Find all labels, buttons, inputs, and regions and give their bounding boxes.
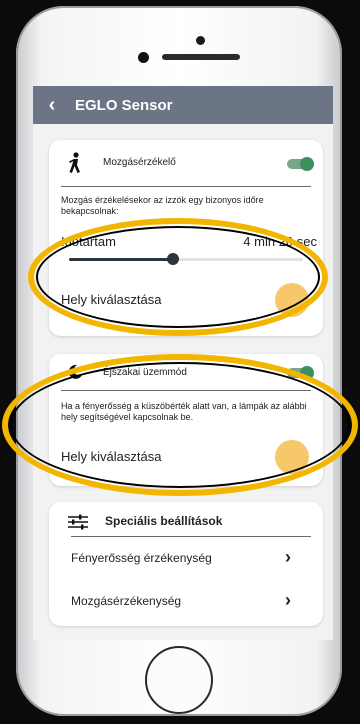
- chevron-right-icon: ›: [285, 547, 291, 567]
- divider: [61, 186, 311, 187]
- motion-description: Mozgás érzékelésekor az izzók egy bizony…: [61, 195, 264, 216]
- front-camera: [138, 52, 149, 63]
- special-item-label: Fényerősség érzékenység: [71, 551, 212, 565]
- special-item-label: Mozgásérzékenység: [71, 594, 182, 608]
- highlight-ellipse-night: [2, 354, 358, 496]
- app-bar: ‹ EGLO Sensor: [33, 86, 333, 124]
- back-icon[interactable]: ‹: [37, 94, 67, 117]
- walking-person-icon: [69, 152, 80, 173]
- highlight-ellipse-motion: [28, 218, 328, 336]
- motion-sensor-label: Mozgásérzékelő: [103, 157, 176, 168]
- special-settings-title: Speciális beállítások: [105, 514, 223, 528]
- chevron-right-icon: ›: [285, 590, 291, 610]
- special-settings-card: Speciális beállítások Fényerősség érzéke…: [49, 502, 323, 626]
- divider: [71, 536, 311, 537]
- special-item-motion[interactable]: Mozgásérzékenység ›: [49, 582, 323, 622]
- home-button[interactable]: [145, 646, 213, 714]
- special-item-brightness[interactable]: Fényerősség érzékenység ›: [49, 538, 323, 578]
- sliders-icon: [68, 514, 88, 530]
- proximity-sensor: [196, 36, 205, 45]
- earpiece-speaker: [162, 54, 240, 60]
- motion-sensor-toggle[interactable]: [287, 157, 314, 171]
- app-title: EGLO Sensor: [75, 96, 173, 114]
